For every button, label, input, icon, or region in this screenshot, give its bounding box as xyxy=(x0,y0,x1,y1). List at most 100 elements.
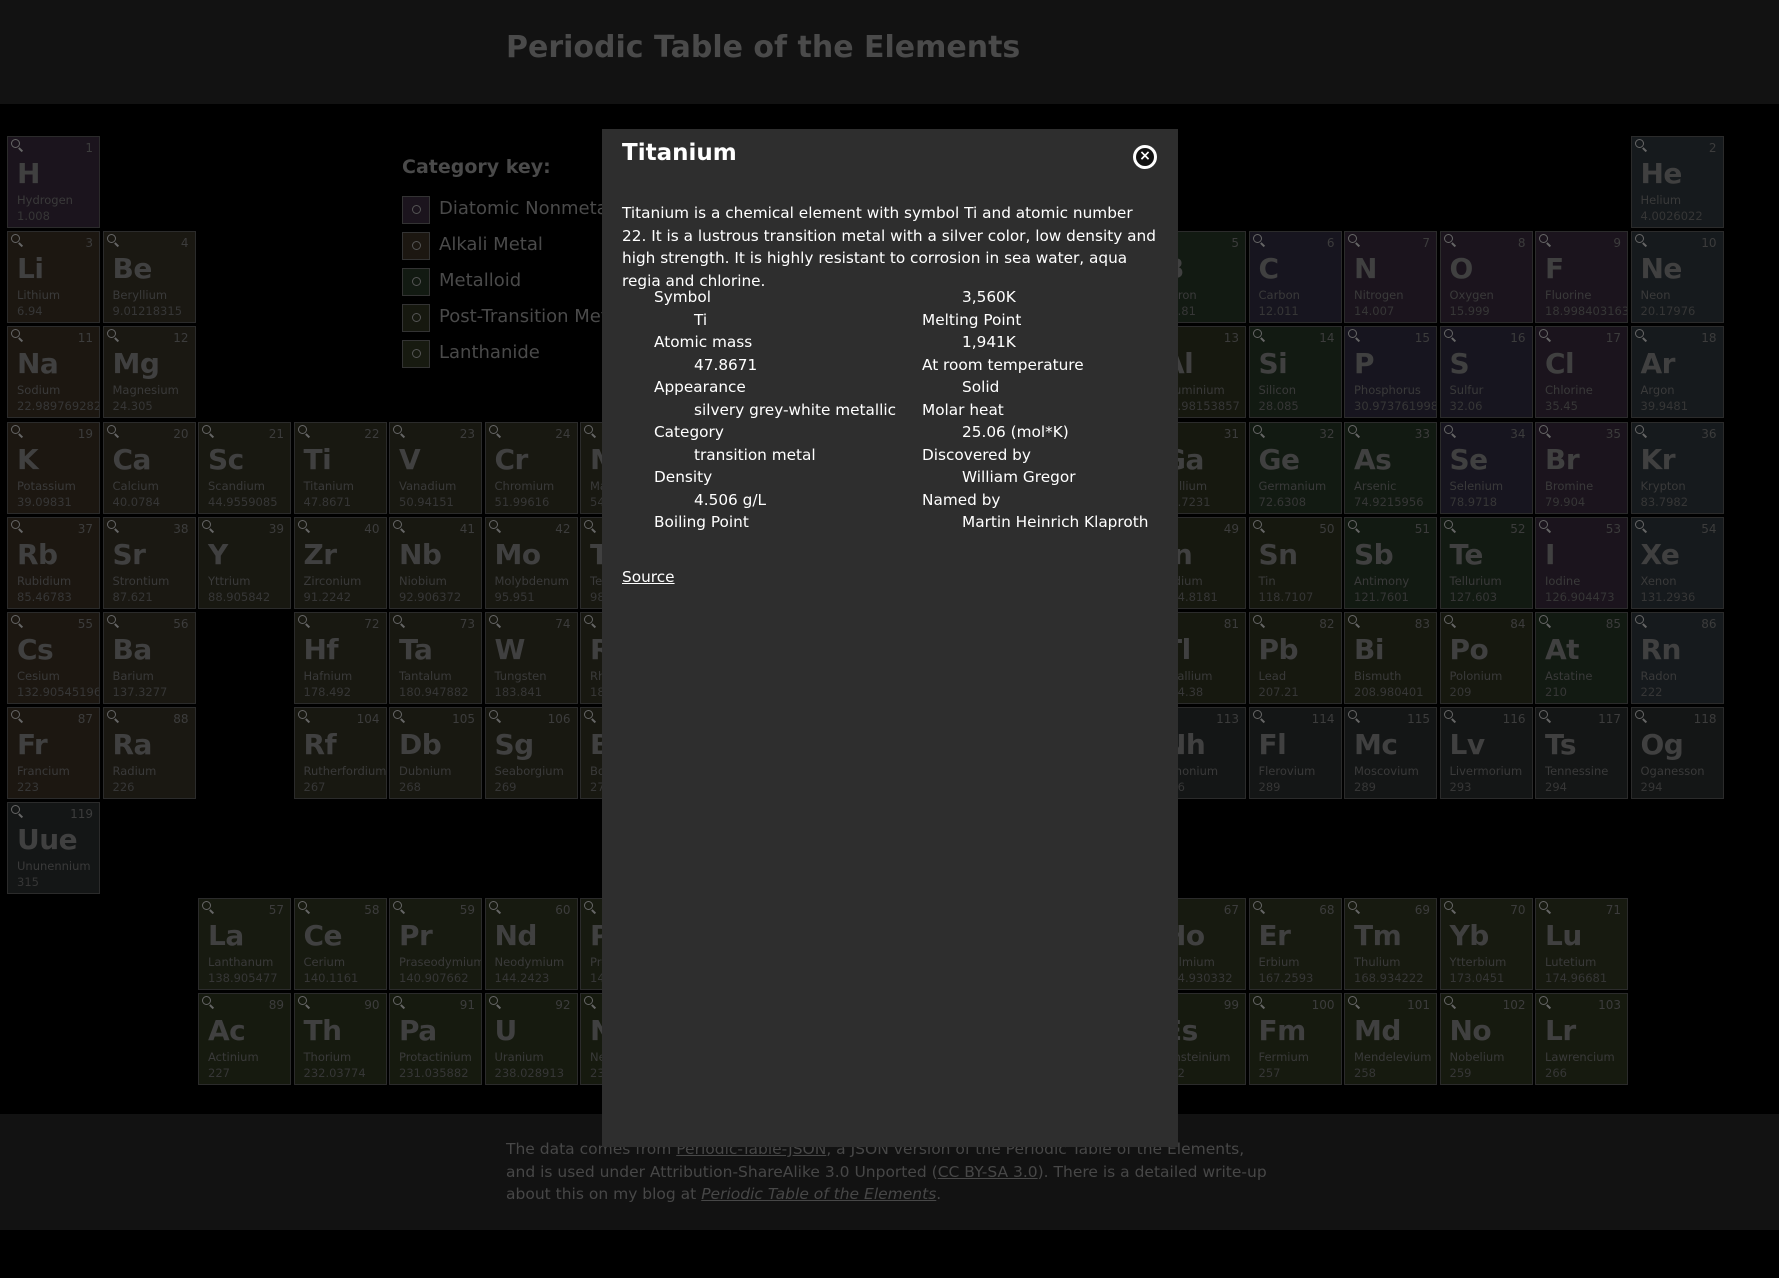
element-cell-c[interactable]: 6 C Carbon 12.011 xyxy=(1248,231,1342,324)
magnifier-icon[interactable] xyxy=(1634,329,1644,339)
element-cell-ta[interactable]: 73 Ta Tantalum 180.947882 xyxy=(389,612,482,704)
magnifier-icon[interactable] xyxy=(1634,424,1644,434)
element-cell-no[interactable]: 102 No Nobelium 259 xyxy=(1439,992,1533,1085)
element-cell-pa[interactable]: 91 Pa Protactinium 231.035882 xyxy=(389,992,482,1085)
magnifier-icon[interactable] xyxy=(1252,329,1262,339)
magnifier-icon[interactable] xyxy=(488,615,498,624)
element-cell-fl[interactable]: 114 Fl Flerovium 289 xyxy=(1248,707,1342,800)
magnifier-icon[interactable] xyxy=(106,424,116,434)
element-cell-ac[interactable]: 89 Ac Actinium 227 xyxy=(198,992,291,1085)
magnifier-icon[interactable] xyxy=(202,424,211,434)
magnifier-icon[interactable] xyxy=(297,710,307,720)
magnifier-icon[interactable] xyxy=(393,710,402,720)
element-cell-lv[interactable]: 116 Lv Livermorium 293 xyxy=(1439,707,1533,800)
magnifier-icon[interactable] xyxy=(1252,234,1262,244)
magnifier-icon[interactable] xyxy=(1634,615,1644,624)
magnifier-icon[interactable] xyxy=(297,519,307,529)
magnifier-icon[interactable] xyxy=(1539,519,1548,529)
magnifier-icon[interactable] xyxy=(1252,615,1262,624)
magnifier-icon[interactable] xyxy=(1539,710,1548,720)
magnifier-icon[interactable] xyxy=(1443,900,1453,910)
element-cell-md[interactable]: 101 Md Mendelevium 258 xyxy=(1344,992,1437,1085)
magnifier-icon[interactable] xyxy=(1443,329,1453,339)
magnifier-icon[interactable] xyxy=(1539,900,1548,910)
magnifier-icon[interactable] xyxy=(106,329,116,339)
element-cell-mo[interactable]: 42 Mo Molybdenum 95.951 xyxy=(484,516,578,609)
element-cell-ca[interactable]: 20 Ca Calcium 40.0784 xyxy=(102,421,196,514)
element-cell-te[interactable]: 52 Te Tellurium 127.603 xyxy=(1439,516,1533,609)
magnifier-icon[interactable] xyxy=(297,900,307,910)
element-cell-ar[interactable]: 18 Ar Argon 39.9481 xyxy=(1630,326,1724,419)
magnifier-icon[interactable] xyxy=(1348,424,1357,434)
blog-post-link[interactable]: Periodic Table of the Elements xyxy=(701,1185,936,1203)
magnifier-icon[interactable] xyxy=(584,424,593,434)
element-cell-ti[interactable]: 22 Ti Titanium 47.8671 xyxy=(293,421,387,514)
element-cell-rn[interactable]: 86 Rn Radon 222 xyxy=(1630,612,1724,704)
magnifier-icon[interactable] xyxy=(297,615,307,624)
element-cell-er[interactable]: 68 Er Erbium 167.2593 xyxy=(1248,897,1342,990)
key-item-lanthanide[interactable]: Lanthanide xyxy=(402,340,551,376)
element-cell-li[interactable]: 3 Li Lithium 6.94 xyxy=(7,231,100,324)
element-cell-mg[interactable]: 12 Mg Magnesium 24.305 xyxy=(102,326,196,419)
element-cell-ge[interactable]: 32 Ge Germanium 72.6308 xyxy=(1248,421,1342,514)
key-item-post-transition[interactable]: Post-Transition Metal xyxy=(402,304,624,340)
element-cell-sr[interactable]: 38 Sr Strontium 87.621 xyxy=(102,516,196,609)
element-cell-pb[interactable]: 82 Pb Lead 207.21 xyxy=(1248,612,1342,704)
element-cell-ce[interactable]: 58 Ce Cerium 140.1161 xyxy=(293,897,387,990)
element-cell-lu[interactable]: 71 Lu Lutetium 174.96681 xyxy=(1535,897,1628,990)
element-cell-br[interactable]: 35 Br Bromine 79.904 xyxy=(1535,421,1628,514)
magnifier-icon[interactable] xyxy=(11,139,20,148)
magnifier-icon[interactable] xyxy=(1252,995,1262,1005)
magnifier-icon[interactable] xyxy=(488,424,498,434)
magnifier-icon[interactable] xyxy=(1539,615,1548,624)
element-cell-hf[interactable]: 72 Hf Hafnium 178.492 xyxy=(293,612,387,704)
element-cell-ba[interactable]: 56 Ba Barium 137.3277 xyxy=(102,612,196,704)
magnifier-icon[interactable] xyxy=(1539,995,1548,1005)
magnifier-icon[interactable] xyxy=(297,995,307,1005)
magnifier-icon[interactable] xyxy=(1539,234,1548,244)
magnifier-icon[interactable] xyxy=(1443,424,1453,434)
element-cell-k[interactable]: 19 K Potassium 39.09831 xyxy=(7,421,100,514)
element-cell-ts[interactable]: 117 Ts Tennessine 294 xyxy=(1535,707,1628,800)
magnifier-icon[interactable] xyxy=(1539,329,1548,339)
element-cell-sb[interactable]: 51 Sb Antimony 121.7601 xyxy=(1344,516,1437,609)
element-cell-f[interactable]: 9 F Fluorine 18.9984031636 xyxy=(1535,231,1628,324)
magnifier-icon[interactable] xyxy=(1252,424,1262,434)
element-cell-bi[interactable]: 83 Bi Bismuth 208.980401 xyxy=(1344,612,1437,704)
element-cell-sc[interactable]: 21 Sc Scandium 44.9559085 xyxy=(198,421,291,514)
element-cell-ne[interactable]: 10 Ne Neon 20.17976 xyxy=(1630,231,1724,324)
element-cell-db[interactable]: 105 Db Dubnium 268 xyxy=(389,707,482,800)
magnifier-icon[interactable] xyxy=(393,519,402,529)
source-link[interactable]: Source xyxy=(622,568,675,586)
magnifier-icon[interactable] xyxy=(106,519,116,529)
magnifier-icon[interactable] xyxy=(488,995,498,1005)
magnifier-icon[interactable] xyxy=(1634,710,1644,720)
element-cell-y[interactable]: 39 Y Yttrium 88.905842 xyxy=(198,516,291,609)
magnifier-icon[interactable] xyxy=(393,424,402,434)
magnifier-icon[interactable] xyxy=(393,615,402,624)
magnifier-icon[interactable] xyxy=(106,234,116,244)
element-cell-zr[interactable]: 40 Zr Zirconium 91.2242 xyxy=(293,516,387,609)
element-cell-n[interactable]: 7 N Nitrogen 14.007 xyxy=(1344,231,1437,324)
element-cell-sg[interactable]: 106 Sg Seaborgium 269 xyxy=(484,707,578,800)
element-cell-cl[interactable]: 17 Cl Chlorine 35.45 xyxy=(1535,326,1628,419)
magnifier-icon[interactable] xyxy=(584,995,593,1005)
magnifier-icon[interactable] xyxy=(1443,615,1453,624)
magnifier-icon[interactable] xyxy=(1348,995,1357,1005)
element-cell-h[interactable]: 1 H Hydrogen 1.008 xyxy=(7,136,100,228)
element-cell-kr[interactable]: 36 Kr Krypton 83.7982 xyxy=(1630,421,1724,514)
magnifier-icon[interactable] xyxy=(11,805,20,815)
magnifier-icon[interactable] xyxy=(1252,900,1262,910)
cc-by-sa-link[interactable]: CC BY-SA 3.0 xyxy=(938,1163,1038,1181)
magnifier-icon[interactable] xyxy=(1634,234,1644,244)
element-cell-w[interactable]: 74 W Tungsten 183.841 xyxy=(484,612,578,704)
magnifier-icon[interactable] xyxy=(1443,519,1453,529)
magnifier-icon[interactable] xyxy=(584,710,593,720)
element-cell-xe[interactable]: 54 Xe Xenon 131.2936 xyxy=(1630,516,1724,609)
magnifier-icon[interactable] xyxy=(202,519,211,529)
magnifier-icon[interactable] xyxy=(1348,710,1357,720)
magnifier-icon[interactable] xyxy=(202,900,211,910)
key-item-diatomic[interactable]: Diatomic Nonmetal xyxy=(402,196,613,232)
element-cell-o[interactable]: 8 O Oxygen 15.999 xyxy=(1439,231,1533,324)
magnifier-icon[interactable] xyxy=(11,329,20,339)
